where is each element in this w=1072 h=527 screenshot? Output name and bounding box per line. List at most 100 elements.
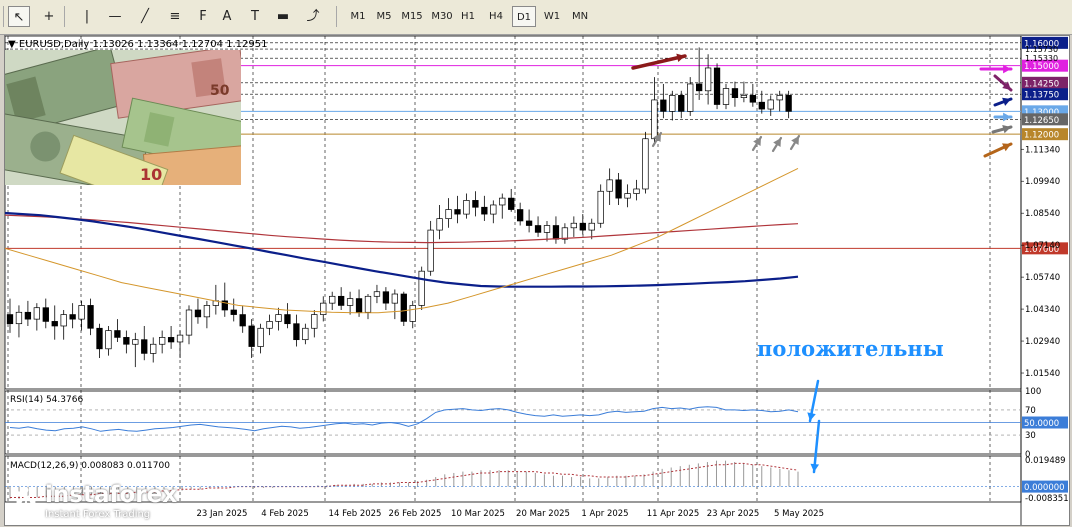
candle-body <box>311 314 318 329</box>
vertical-line-tool[interactable]: | <box>76 6 98 27</box>
price-axis-label: 1.11340 <box>1025 145 1060 155</box>
timeframe-d1[interactable]: D1 <box>512 6 536 27</box>
ohlc-values: 1.13026 1.13364 1.12704 1.12951 <box>92 39 268 50</box>
candle-body <box>409 305 416 322</box>
candle-body <box>508 197 515 210</box>
candle-body <box>284 314 291 325</box>
candle-body <box>382 291 390 304</box>
toolbar-grip <box>3 6 4 27</box>
rsi-axis-label: 30 <box>1025 431 1036 441</box>
watermark: ✻ instaforex Instant Forex Trading <box>9 482 181 522</box>
rsi-axis-label: 100 <box>1025 387 1041 397</box>
text-tool[interactable]: A <box>216 6 238 27</box>
candle-body <box>248 325 255 347</box>
candle-body <box>355 298 363 313</box>
candle-body <box>275 314 282 322</box>
candle-body <box>669 95 676 112</box>
date-axis-label: 23 Apr 2025 <box>707 509 760 519</box>
candle-body <box>749 95 756 103</box>
price-axis-label: 1.02940 <box>1025 337 1060 347</box>
candle-body <box>499 197 506 206</box>
date-axis-label: 26 Feb 2025 <box>389 509 442 519</box>
candle-body <box>767 99 774 110</box>
watermark-tagline: Instant Forex Trading <box>45 509 151 520</box>
candle-body <box>400 293 407 322</box>
candle-body <box>606 179 613 192</box>
candle-body <box>302 327 309 341</box>
candle-body <box>391 293 398 304</box>
rectangle-tool[interactable]: ▬ <box>272 6 294 27</box>
chart-menu-arrow[interactable]: ▼ <box>8 39 16 50</box>
candle-body <box>624 193 631 199</box>
price-axis-label: 1.15730 <box>1025 45 1058 54</box>
cursor-tool[interactable]: ↖ <box>8 6 30 27</box>
candle-body <box>293 323 300 341</box>
timeframe-m30[interactable]: M30 <box>428 6 456 27</box>
candle-body <box>785 95 792 112</box>
candle-body <box>731 88 739 98</box>
macd-axis-label: 0.019489 <box>1025 456 1066 466</box>
candle-body <box>346 298 354 306</box>
candle-body <box>427 229 434 272</box>
macd-label: MACD(12,26,9) 0.008083 0.011700 <box>10 461 170 471</box>
timeframe-m5[interactable]: M5 <box>372 6 396 27</box>
crosshair-tool[interactable]: + <box>38 6 60 27</box>
symbol-label: EURUSD,Daily <box>18 39 90 50</box>
level-price-label: 1.12000 <box>1024 131 1059 141</box>
svg-text:50: 50 <box>210 83 230 99</box>
price-axis-label: 1.07140 <box>1025 241 1060 251</box>
candle-body <box>338 295 345 306</box>
candle-body <box>320 302 327 315</box>
date-axis-label: 11 Apr 2025 <box>647 509 700 519</box>
rsi-level-label: 50.0000 <box>1024 419 1059 429</box>
svg-text:10: 10 <box>140 165 162 184</box>
level-price-label: 1.13750 <box>1024 91 1059 101</box>
timeframe-w1[interactable]: W1 <box>540 6 564 27</box>
price-axis-label: 1.08540 <box>1025 209 1060 219</box>
candle-body <box>257 327 264 347</box>
candle-body <box>615 179 622 199</box>
candle-body <box>740 95 748 98</box>
candle-body <box>454 209 461 215</box>
candle-body <box>194 309 202 318</box>
arrows-tool[interactable]: ⤴ <box>302 6 324 27</box>
candle-body <box>230 309 237 315</box>
timeframe-m15[interactable]: M15 <box>398 6 426 27</box>
candle-body <box>525 220 533 226</box>
level-price-label: 1.15000 <box>1024 62 1059 72</box>
candle-body <box>373 291 381 297</box>
candle-body <box>6 314 14 325</box>
candle-body <box>543 225 551 233</box>
candle-body <box>695 83 703 92</box>
timeframe-m1[interactable]: M1 <box>346 6 370 27</box>
channel-tool[interactable]: ≡ <box>164 6 186 27</box>
label-tool[interactable]: T <box>244 6 266 27</box>
candle-body <box>472 200 479 208</box>
timeframe-mn[interactable]: MN <box>568 6 592 27</box>
date-axis-label: 14 Feb 2025 <box>329 509 382 519</box>
candle-body <box>418 270 425 306</box>
candle-body <box>713 67 721 105</box>
date-axis-label: 4 Feb 2025 <box>261 509 309 519</box>
horizontal-line-tool[interactable]: — <box>104 6 126 27</box>
trendline-tool[interactable]: ╱ <box>134 6 156 27</box>
candle-body <box>185 309 193 336</box>
price-axis-label: 1.09940 <box>1025 177 1060 187</box>
price-axis-label: 1.04340 <box>1025 305 1060 315</box>
candle-body <box>266 321 273 329</box>
candle-body <box>87 305 94 329</box>
banknotes-illustration: 10 50 <box>5 50 241 185</box>
candle-body <box>481 206 488 215</box>
candle-body <box>150 343 157 354</box>
candle-body <box>42 307 49 322</box>
date-axis-label: 10 Mar 2025 <box>451 509 505 519</box>
chart-header: ▼ EURUSD,Daily 1.13026 1.13364 1.12704 1… <box>8 39 267 50</box>
timeframe-h4[interactable]: H4 <box>484 6 508 27</box>
timeframe-h1[interactable]: H1 <box>456 6 480 27</box>
candle-body <box>78 305 85 320</box>
candle-body <box>490 204 497 215</box>
fibonacci-tool[interactable]: F <box>192 6 214 27</box>
candle-body <box>329 295 336 304</box>
candle-body <box>579 222 586 231</box>
price-axis-label: 1.05740 <box>1025 273 1060 283</box>
